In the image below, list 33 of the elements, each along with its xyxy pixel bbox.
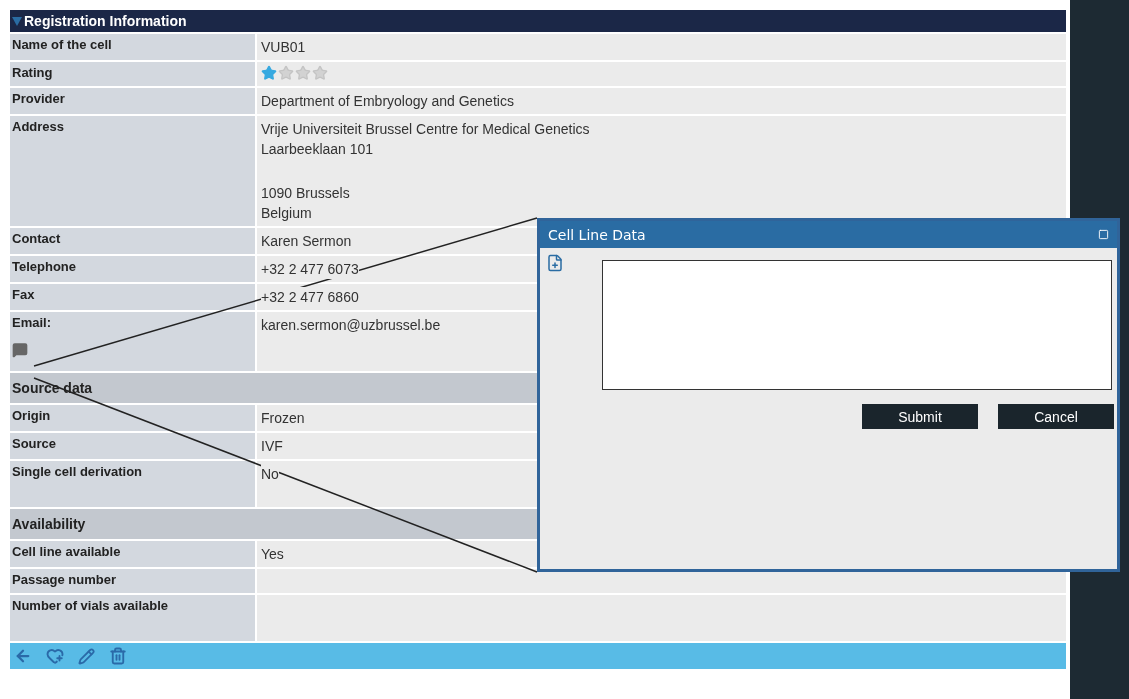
field-label: Source <box>12 436 57 451</box>
star-icon <box>278 65 294 81</box>
field-label: Provider <box>12 91 65 106</box>
field-label: Name of the cell <box>12 37 112 52</box>
maximize-icon[interactable] <box>1098 229 1109 240</box>
section-title: Availability <box>12 516 86 532</box>
delete-icon[interactable] <box>109 647 127 665</box>
heart-plus-icon[interactable] <box>46 647 64 665</box>
comment-icon[interactable] <box>12 342 28 358</box>
cancel-button[interactable]: Cancel <box>998 404 1114 429</box>
field-label: Rating <box>12 65 53 80</box>
dialog-title: Cell Line Data <box>548 226 646 243</box>
comment-input-field[interactable] <box>602 260 1112 390</box>
field-label: Cell line available <box>12 544 121 559</box>
add-file-icon[interactable] <box>546 254 564 272</box>
field-label: Single cell derivation <box>12 464 143 479</box>
field-label: Passage number <box>12 572 117 587</box>
star-icon <box>261 65 277 81</box>
panel-header[interactable]: Registration Information <box>10 10 1066 32</box>
star-icon <box>295 65 311 81</box>
field-label: Telephone <box>12 259 77 274</box>
submit-button[interactable]: Submit <box>862 404 978 429</box>
field-label: Fax <box>12 287 35 302</box>
star-icon <box>312 65 328 81</box>
field-label: Contact <box>12 231 61 246</box>
section-title: Source data <box>12 380 93 396</box>
field-label: Email: <box>12 315 51 330</box>
field-label: Number of vials available <box>12 598 169 613</box>
field-label: Origin <box>12 408 51 423</box>
field-label: Address <box>12 119 65 134</box>
collapse-icon[interactable] <box>12 16 22 26</box>
edit-icon[interactable] <box>78 647 95 665</box>
back-icon[interactable] <box>14 647 32 665</box>
